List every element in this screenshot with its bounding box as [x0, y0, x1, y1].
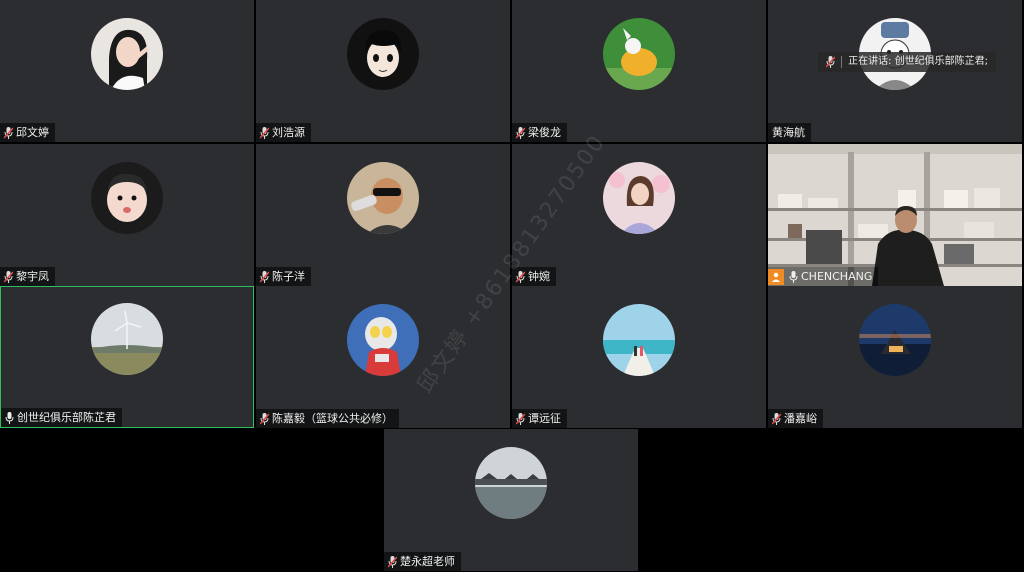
- avatar: [603, 18, 675, 90]
- speaking-text: 正在讲话: 创世纪俱乐部陈芷君;: [848, 56, 988, 67]
- mic-muted-icon: [772, 412, 781, 425]
- participant-tile-chen-zhijun[interactable]: 创世纪俱乐部陈芷君: [0, 286, 254, 428]
- participant-name: 陈子洋: [272, 270, 305, 283]
- participant-label: 谭远征: [512, 409, 567, 428]
- participant-tile-chu-yongchao[interactable]: 楚永超老师: [384, 429, 638, 571]
- avatar: [603, 162, 675, 234]
- avatar: [347, 162, 419, 234]
- participant-label: 陈嘉毅（篮球公共必修）: [256, 409, 399, 428]
- user-icon: [768, 268, 784, 285]
- mic-muted-icon: [260, 412, 269, 425]
- mic-muted-icon: [260, 126, 269, 139]
- participant-label: 陈子洋: [256, 267, 311, 286]
- participant-tile-liang-junlong[interactable]: 梁俊龙: [512, 0, 766, 142]
- participant-label: 梁俊龙: [512, 123, 567, 142]
- participant-tile-li-yufeng[interactable]: 黎宇凤: [0, 144, 254, 286]
- participant-name: 潘嘉峪: [784, 412, 817, 425]
- participant-tile-chenchang-video[interactable]: CHENCHANG: [768, 144, 1022, 286]
- participant-label: 潘嘉峪: [768, 409, 823, 428]
- participant-name: 刘浩源: [272, 126, 305, 139]
- participant-label: 创世纪俱乐部陈芷君: [1, 408, 122, 427]
- mic-muted-icon: [260, 270, 269, 283]
- participant-label: 黄海航: [768, 123, 811, 142]
- participant-name: 楚永超老师: [400, 555, 455, 568]
- participant-name: 邱文婷: [16, 126, 49, 139]
- participant-tile-qiu-wenting[interactable]: 邱文婷: [0, 0, 254, 142]
- avatar: [859, 304, 931, 376]
- participant-name: 黎宇凤: [16, 270, 49, 283]
- participant-name: 陈嘉毅（篮球公共必修）: [272, 412, 393, 425]
- participant-tile-chen-ziyang[interactable]: 陈子洋: [256, 144, 510, 286]
- mic-muted-icon: [826, 56, 836, 68]
- avatar: [91, 303, 163, 375]
- camera-video-feed: [768, 144, 1022, 286]
- participant-tile-liu-haoyuan[interactable]: 刘浩源: [256, 0, 510, 142]
- avatar: [603, 304, 675, 376]
- participant-name: CHENCHANG: [801, 270, 873, 283]
- participant-tile-tan-yuanzheng[interactable]: 谭远征: [512, 286, 766, 428]
- mic-muted-icon: [4, 270, 13, 283]
- avatar: [475, 447, 547, 519]
- mic-muted-icon: [516, 126, 525, 139]
- participant-tile-huang-haihang[interactable]: 正在讲话: 创世纪俱乐部陈芷君; 黄海航: [768, 0, 1022, 142]
- mic-muted-icon: [516, 412, 525, 425]
- avatar: [347, 304, 419, 376]
- participant-label: 刘浩源: [256, 123, 311, 142]
- divider: [841, 56, 843, 68]
- avatar: [347, 18, 419, 90]
- participant-name: 黄海航: [772, 126, 805, 139]
- participant-label: CHENCHANG: [768, 267, 879, 286]
- avatar: [91, 162, 163, 234]
- mic-icon: [5, 411, 14, 424]
- participant-name: 谭远征: [528, 412, 561, 425]
- participant-tile-pan-jiayu[interactable]: 潘嘉峪: [768, 286, 1022, 428]
- participant-name: 创世纪俱乐部陈芷君: [17, 411, 116, 424]
- mic-icon: [789, 270, 798, 283]
- mic-muted-icon: [4, 126, 13, 139]
- participant-label: 楚永超老师: [384, 552, 461, 571]
- mic-muted-icon: [388, 555, 397, 568]
- participant-name: 梁俊龙: [528, 126, 561, 139]
- avatar: [91, 18, 163, 90]
- participant-label: 黎宇凤: [0, 267, 55, 286]
- participant-label: 邱文婷: [0, 123, 55, 142]
- participant-name: 钟婉: [528, 270, 550, 283]
- speaking-indicator: 正在讲话: 创世纪俱乐部陈芷君;: [818, 52, 996, 72]
